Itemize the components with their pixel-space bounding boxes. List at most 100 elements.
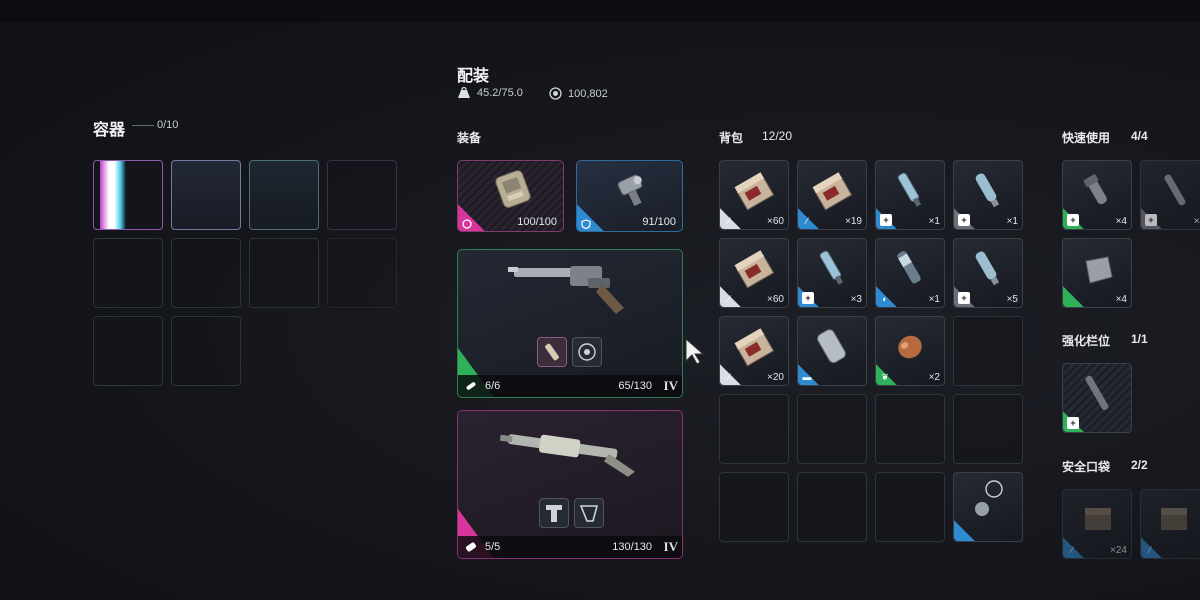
quick-use-title: 快速使用	[1062, 131, 1111, 145]
rifle-icon	[499, 434, 635, 477]
quantity: ×20	[767, 372, 784, 383]
backpack-empty-slot[interactable]	[719, 472, 789, 542]
money-readout: 100,802	[549, 87, 608, 100]
bullet-icon: ⁄	[1149, 545, 1151, 555]
backpack-item-slot[interactable]: ▬	[797, 316, 867, 386]
container-slot-glow[interactable]	[93, 160, 163, 230]
helmet-slot[interactable]: 91/100	[576, 160, 683, 232]
sight-icon	[578, 343, 596, 361]
quantity: ×4	[1115, 216, 1127, 227]
primary-weapon-slot[interactable]: 6/6 65/130 IV	[457, 249, 683, 398]
safe-pocket-slot[interactable]: ⁄ ×24	[1062, 489, 1132, 559]
attachment-slot[interactable]	[539, 498, 569, 528]
ammo-box-icon	[734, 250, 775, 289]
shell-icon	[465, 542, 477, 552]
safe-pocket-count: 2/2	[1131, 458, 1148, 472]
coin-icon	[549, 87, 562, 100]
bullet-icon: ⁄	[1071, 545, 1073, 555]
armor-slot[interactable]: 100/100	[457, 160, 564, 232]
weapon2-ammo: 5/5	[485, 541, 501, 553]
quantity: ×5	[1006, 294, 1018, 305]
backpack-item-slot[interactable]: ⁄ ×60	[719, 238, 789, 308]
container-count: 0/10	[157, 119, 179, 131]
syringe-icon	[819, 250, 844, 285]
medical-icon: +	[958, 214, 970, 226]
grenade-icon	[1083, 174, 1107, 205]
backpack-item-slot[interactable]: ⁄ ×60	[719, 160, 789, 230]
money-value: 100,802	[568, 87, 608, 100]
food-icon: ❦	[881, 372, 889, 382]
weapon-info-bar: 5/5 130/130 IV	[458, 536, 682, 558]
quantity: ×60	[767, 216, 784, 227]
battery-icon: ▬	[802, 372, 812, 382]
weight-value: 45.2/75.0	[477, 87, 523, 99]
container-slot[interactable]	[171, 316, 241, 386]
container-slot[interactable]	[327, 160, 397, 230]
weapon1-tier: IV	[663, 378, 678, 393]
medical-icon: +	[802, 292, 814, 304]
backpack-item-slot[interactable]: + ×1	[953, 160, 1023, 230]
weapon-info-bar: 6/6 65/130 IV	[458, 375, 682, 397]
quantity: ×24	[1110, 545, 1127, 556]
equipment-title: 装备	[457, 131, 482, 145]
bullet-icon: ⁄	[728, 372, 730, 382]
armor-durability: 100/100	[517, 216, 557, 228]
bullet-icon: ⁄	[806, 216, 808, 226]
container-slot[interactable]	[249, 160, 319, 230]
backpack-item-slot[interactable]: + ×3	[797, 238, 867, 308]
backpack-item-slot[interactable]: + ×1	[875, 160, 945, 230]
backpack-empty-slot[interactable]	[719, 394, 789, 464]
backpack-empty-slot[interactable]	[797, 394, 867, 464]
bullet-icon: ⁄	[728, 216, 730, 226]
medical-icon: +	[1067, 214, 1079, 226]
backpack-item-slot[interactable]: ❦ ×2	[875, 316, 945, 386]
mouse-cursor	[685, 337, 705, 365]
injector-icon	[1164, 174, 1186, 206]
container-slot[interactable]	[327, 238, 397, 308]
safe-pocket-slot[interactable]: ⁄	[1140, 489, 1200, 559]
syringe-icon	[897, 172, 922, 207]
backpack-item-slot[interactable]: + ×5	[953, 238, 1023, 308]
backpack-empty-slot[interactable]	[875, 394, 945, 464]
container-divider	[132, 125, 154, 126]
secondary-weapon-slot[interactable]: 5/5 130/130 IV	[457, 410, 683, 559]
quick-use-count: 4/4	[1131, 129, 1148, 143]
pill-icon: ◐	[882, 294, 888, 304]
keychain-icon	[975, 480, 1003, 516]
ammo-box-icon	[1085, 508, 1111, 530]
ammo-box-icon	[734, 172, 775, 211]
backpack-item-slot[interactable]: ⁄ ×19	[797, 160, 867, 230]
container-title: 容器	[93, 122, 126, 139]
backpack-empty-slot[interactable]	[953, 394, 1023, 464]
shield-icon	[581, 219, 591, 229]
quick-slot[interactable]: ×4	[1062, 238, 1132, 308]
container-slot[interactable]	[93, 316, 163, 386]
attachment-slot[interactable]	[537, 337, 567, 367]
helmet-durability: 91/100	[642, 216, 676, 228]
backpack-item-slot[interactable]: ◐ ×1	[875, 238, 945, 308]
quick-slot[interactable]: + ×4	[1062, 160, 1132, 230]
weight-readout: 45.2/75.0	[457, 87, 523, 99]
attachment-slot[interactable]	[572, 337, 602, 367]
container-slot[interactable]	[171, 238, 241, 308]
revolver-icon	[508, 266, 624, 314]
vial-icon	[975, 251, 1000, 286]
backpack-empty-slot[interactable]	[797, 472, 867, 542]
backpack-item-slot[interactable]: ⁄ ×20	[719, 316, 789, 386]
highlight-shimmer	[100, 161, 126, 229]
enhancer-icon	[1085, 375, 1109, 410]
container-slot[interactable]	[93, 238, 163, 308]
medical-icon: +	[1145, 214, 1157, 226]
attachment-slot[interactable]	[574, 498, 604, 528]
backpack-empty-slot[interactable]	[953, 316, 1023, 386]
quick-slot[interactable]: + ×4	[1140, 160, 1200, 230]
quantity: ×19	[845, 216, 862, 227]
enhance-slot[interactable]: +	[1062, 363, 1132, 433]
backpack-keychain-slot[interactable]	[953, 472, 1023, 542]
backpack-empty-slot[interactable]	[875, 472, 945, 542]
bullet-icon	[466, 382, 476, 390]
quantity: ×60	[767, 294, 784, 305]
container-slot[interactable]	[171, 160, 241, 230]
container-slot[interactable]	[249, 238, 319, 308]
loadout-title: 配装	[457, 68, 490, 85]
